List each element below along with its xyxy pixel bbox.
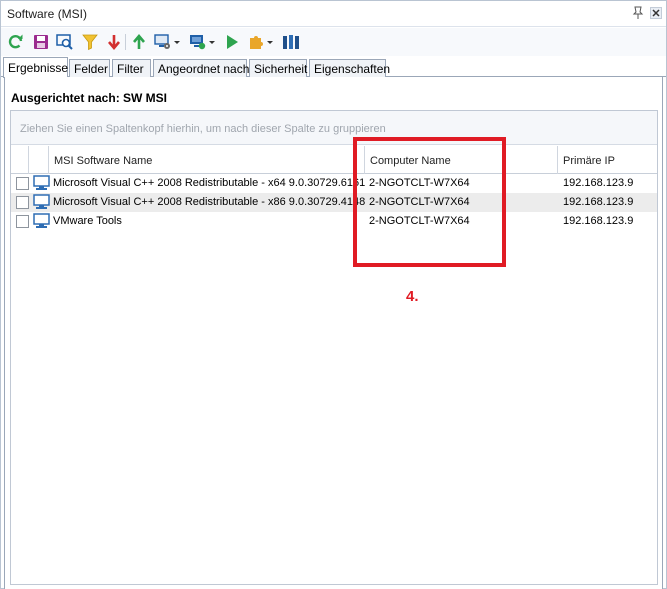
sort-down-icon[interactable] <box>105 32 123 52</box>
msi-software-name: Microsoft Visual C++ 2008 Redistributabl… <box>53 196 366 208</box>
primary-ip: 192.168.123.9 <box>563 215 634 227</box>
run-icon[interactable] <box>223 32 241 52</box>
results-panel: Ausgerichtet nach: SW MSI Ziehen Sie ein… <box>4 77 663 589</box>
title-bar: Software (MSI) <box>1 1 666 27</box>
table-row[interactable]: VMware Tools 2-NGOTCLT-W7X64 192.168.123… <box>11 212 657 231</box>
grid-header: MSI Software Name Computer Name Primäre … <box>11 146 657 174</box>
close-icon[interactable] <box>650 7 662 19</box>
row-checkbox[interactable] <box>16 215 29 228</box>
tab-strip: Ergebnisse Felder Filter Angeordnet nach… <box>1 57 666 78</box>
annotation-highlight-box <box>353 137 506 267</box>
computer-icon <box>33 194 50 210</box>
save-icon[interactable] <box>32 32 50 52</box>
software-msi-window: Software (MSI) Ergebnisse Felder Filter … <box>0 0 667 589</box>
computer-refresh-icon[interactable] <box>189 32 215 52</box>
filter-icon[interactable] <box>81 32 99 52</box>
table-row[interactable]: Microsoft Visual C++ 2008 Redistributabl… <box>11 174 657 193</box>
toolbar <box>1 28 666 56</box>
tab-ergebnisse[interactable]: Ergebnisse <box>3 57 68 78</box>
header-msi-software-name[interactable]: MSI Software Name <box>49 146 365 174</box>
refresh-icon[interactable] <box>7 32 25 52</box>
annotation-step-label: 4. <box>406 288 419 305</box>
row-checkbox[interactable] <box>16 177 29 190</box>
group-by-panel[interactable]: Ziehen Sie einen Spaltenkopf hierhin, um… <box>11 111 657 145</box>
header-checkbox-column[interactable] <box>11 146 29 174</box>
primary-ip: 192.168.123.9 <box>563 196 634 208</box>
pin-icon[interactable] <box>631 6 645 20</box>
table-row[interactable]: Microsoft Visual C++ 2008 Redistributabl… <box>11 193 657 212</box>
window-title: Software (MSI) <box>7 7 88 21</box>
primary-ip: 192.168.123.9 <box>563 177 634 189</box>
tab-angeordnet-nach[interactable]: Angeordnet nach <box>153 59 249 77</box>
toolbar-separator <box>125 34 126 50</box>
tab-filter[interactable]: Filter <box>112 59 151 77</box>
computer-icon <box>33 213 50 229</box>
row-checkbox[interactable] <box>16 196 29 209</box>
search-icon[interactable] <box>56 32 74 52</box>
computer-icon <box>33 175 50 191</box>
puzzle-icon[interactable] <box>247 32 273 52</box>
msi-software-name: VMware Tools <box>53 215 122 227</box>
msi-software-name: Microsoft Visual C++ 2008 Redistributabl… <box>53 177 366 189</box>
tab-felder[interactable]: Felder <box>69 59 110 77</box>
header-icon-column[interactable] <box>29 146 49 174</box>
aligned-by-heading: Ausgerichtet nach: SW MSI <box>11 91 168 105</box>
tab-eigenschaften[interactable]: Eigenschaften <box>309 59 390 77</box>
computer-settings-icon[interactable] <box>154 32 180 52</box>
tab-sicherheit[interactable]: Sicherheit <box>249 59 307 77</box>
group-by-hint: Ziehen Sie einen Spaltenkopf hierhin, um… <box>20 123 386 135</box>
header-primary-ip[interactable]: Primäre IP <box>558 146 657 174</box>
columns-icon[interactable] <box>282 32 300 52</box>
results-grid: Ziehen Sie einen Spaltenkopf hierhin, um… <box>10 110 658 585</box>
sort-up-icon[interactable] <box>130 32 148 52</box>
